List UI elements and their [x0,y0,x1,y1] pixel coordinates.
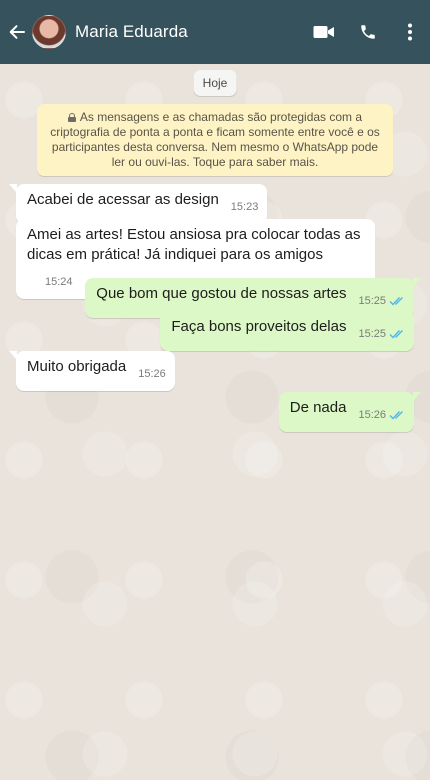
video-call-button[interactable] [302,0,346,64]
message-bubble-incoming[interactable]: Acabei de acessar as design 15:23 [8,184,268,224]
message-bubble-incoming[interactable]: Muito obrigada 15:26 [9,351,175,391]
message-meta: 15:26 [358,405,405,425]
avatar[interactable] [32,15,66,49]
encryption-notice-text: As mensagens e as chamadas são protegida… [50,110,380,169]
date-divider: Hoje [193,70,237,96]
voice-call-button[interactable] [346,0,390,64]
message-text: Muito obrigada [27,358,127,375]
more-options-icon [408,23,412,41]
lock-icon [67,113,76,122]
chat-header: Maria Eduarda [0,0,430,64]
message-time: 15:26 [138,368,166,380]
more-options-button[interactable] [390,0,430,64]
message-bubble-outgoing[interactable]: Faça bons proveitos delas 15:25 [160,311,414,351]
message-text: Amei as artes! Estou ansiosa pra colocar… [27,226,361,263]
message-meta: 15:25 [358,291,405,311]
message-text: Faça bons proveitos delas [171,318,347,335]
message-bubble-outgoing[interactable]: De nada 15:26 [278,392,422,432]
message-text: Acabei de acessar as design [27,191,219,208]
back-button[interactable] [2,0,32,64]
double-check-read-icon [389,411,403,420]
double-check-read-icon [389,330,403,339]
message-meta: 15:25 [358,324,405,344]
message-time: 15:23 [230,201,259,213]
back-arrow-icon [9,25,25,39]
message-text: De nada [289,399,347,416]
message-text: Que bom que gostou de nossas artes [96,285,347,302]
double-check-read-icon [389,297,403,306]
video-call-icon [313,26,334,38]
encryption-notice[interactable]: As mensagens e as chamadas são protegida… [37,104,393,176]
message-time: 15:25 [358,328,386,340]
contact-name[interactable]: Maria Eduarda [75,22,302,42]
message-time: 15:24 [45,276,73,288]
phone-icon [361,25,375,39]
message-time: 15:25 [358,295,386,307]
message-time: 15:26 [358,409,386,421]
